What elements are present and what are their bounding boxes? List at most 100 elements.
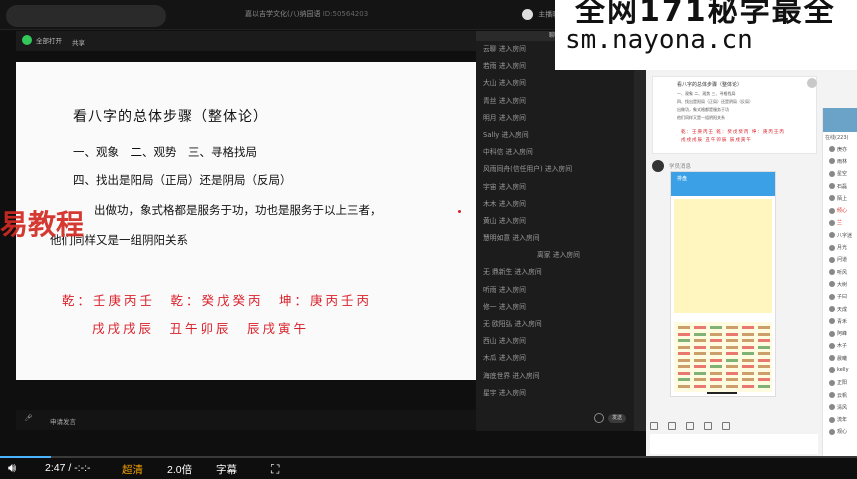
member-item[interactable]: 清风	[823, 401, 857, 413]
chat-send-button[interactable]: 发送	[608, 413, 626, 423]
chat-entry: 青丝 进入房间	[483, 96, 526, 105]
share-label: 共享	[72, 39, 85, 47]
member-avatar	[829, 306, 835, 312]
member-avatar	[829, 318, 835, 325]
thumb-line: 四、找出是阳局（正局）还是阴局（反局）	[677, 99, 753, 104]
file-icon[interactable]	[686, 422, 694, 430]
grid-cell	[710, 358, 722, 362]
grid-cell	[694, 332, 706, 336]
subtitles-button[interactable]: 字幕	[216, 462, 237, 477]
fullscreen-icon[interactable]: ⛶	[271, 462, 279, 477]
grid-cell	[694, 339, 706, 342]
grid-cell	[758, 371, 770, 375]
member-item[interactable]: kelly	[823, 364, 857, 376]
grid-cell	[726, 332, 738, 336]
member-item[interactable]: 石磊	[823, 180, 857, 192]
member-name: 陌上	[837, 195, 848, 202]
member-item[interactable]: 观心	[823, 426, 857, 438]
grid-cell	[678, 345, 690, 349]
member-avatar	[829, 158, 835, 165]
window-title-text: 嘉以吉学文化(八)纳园语	[245, 10, 321, 18]
member-item[interactable]: 八字迷	[823, 229, 857, 241]
slide-heading: 看八字的总体步骤（整体论）	[73, 109, 268, 125]
member-item[interactable]: 木子	[823, 340, 857, 352]
member-name: 兰	[837, 220, 843, 227]
slide-thumbnail[interactable]: 看八字的总体步骤（整体论） 一、观象 二、观势 三、寻格找局 四、找出是阳局（正…	[652, 76, 817, 154]
member-item[interactable]: 月光	[823, 241, 857, 253]
dayun-grid-image	[674, 322, 772, 392]
grid-cell	[758, 339, 770, 342]
member-item[interactable]: 问道	[823, 254, 857, 266]
member-avatar	[829, 183, 835, 190]
history-icon[interactable]	[722, 422, 730, 430]
phone-screenshot[interactable]: 排盘	[670, 171, 776, 397]
member-avatar	[829, 293, 835, 300]
member-item[interactable]: 兰	[823, 217, 857, 229]
member-item[interactable]: 天成	[823, 303, 857, 315]
member-name: 大树	[837, 281, 848, 288]
bazi-row-1: 乾：壬庚丙壬 乾：癸戊癸丙 坤：庚丙壬丙	[62, 293, 373, 308]
member-item[interactable]: 雨林	[823, 155, 857, 167]
request-speak-button[interactable]: 申请发言	[50, 416, 76, 426]
thumb-line: 出做功，象式格都是服务于功	[677, 107, 729, 112]
member-name: 子曰	[837, 294, 848, 301]
grid-cell	[678, 326, 690, 329]
grid-cell	[726, 339, 738, 342]
member-avatar	[829, 355, 835, 362]
scrollbar-track[interactable]	[634, 31, 646, 431]
member-name: 清风	[837, 404, 848, 411]
speaker-icon[interactable]: 🔊︎	[8, 461, 16, 476]
camera-bar: 全部打开 共享	[16, 31, 476, 51]
member-item[interactable]: 阿峰	[823, 327, 857, 339]
member-name: 问道	[837, 257, 848, 264]
grid-cell	[694, 365, 706, 368]
presentation-slide: 看八字的总体步骤（整体论） 一、观象 二、观势 三、寻格找局 四、找出是阳局（正…	[16, 62, 476, 380]
member-item[interactable]: 庚亦	[823, 143, 857, 155]
member-item[interactable]: 倾心	[823, 204, 857, 216]
slide-line-3: 四、找出是阳局（正局）还是阴局（反局）	[73, 173, 292, 187]
chat-entry: 木瓜 进入房间	[483, 354, 526, 363]
emoji-icon[interactable]	[594, 413, 604, 423]
share-button[interactable]: 共享	[72, 37, 85, 47]
laser-pointer-dot	[458, 210, 461, 213]
member-item[interactable]: 陌上	[823, 192, 857, 204]
member-avatar	[829, 256, 835, 263]
member-item[interactable]: 流年	[823, 414, 857, 426]
member-item[interactable]: 听风	[823, 266, 857, 278]
grid-cell	[678, 358, 690, 362]
member-item[interactable]: 青禾	[823, 315, 857, 327]
camera-toggle[interactable]: 全部打开	[22, 35, 62, 45]
speed-button[interactable]: 2.0倍	[167, 462, 192, 477]
grid-cell	[742, 358, 754, 362]
member-name: 正阳	[837, 380, 848, 387]
member-avatar	[829, 269, 835, 276]
watermark-line-2: sm.nayona.cn	[565, 25, 753, 55]
message-input[interactable]	[650, 434, 818, 454]
thumb-red-row: 戌戌戌辰 丑午卯辰 辰戌寅午	[681, 138, 752, 143]
member-item[interactable]: 晨曦	[823, 352, 857, 364]
member-item[interactable]: 云帆	[823, 389, 857, 401]
member-count: 在线(223)	[825, 135, 849, 141]
microphone-icon[interactable]: 🎤︎	[24, 414, 32, 422]
bazi-row-2: 戌戌戌辰 丑午卯辰 辰戌寅午	[92, 321, 310, 336]
grid-cell	[726, 358, 738, 362]
grid-cell	[710, 345, 722, 349]
emoji-icon[interactable]	[650, 422, 658, 430]
member-item[interactable]: 星空	[823, 168, 857, 180]
image-icon[interactable]	[668, 422, 676, 430]
member-name: 观心	[837, 429, 848, 436]
chat-entry: 无 鼎新生 进入房间	[483, 268, 542, 277]
time-display: 2:47 / -:-:-	[45, 462, 91, 474]
member-item[interactable]: 正阳	[823, 377, 857, 389]
user-avatar	[652, 160, 664, 172]
grid-cell	[758, 326, 770, 329]
grid-cell	[758, 384, 770, 388]
member-item[interactable]: 大树	[823, 278, 857, 290]
scissors-icon[interactable]	[704, 422, 712, 430]
grid-cell	[710, 352, 722, 355]
watermark-top: 全网171秘学最全 sm.nayona.cn	[555, 0, 857, 70]
grid-cell	[742, 345, 754, 349]
member-item[interactable]: 子曰	[823, 291, 857, 303]
grid-cell	[742, 371, 754, 375]
quality-button[interactable]: 超清	[122, 462, 143, 477]
